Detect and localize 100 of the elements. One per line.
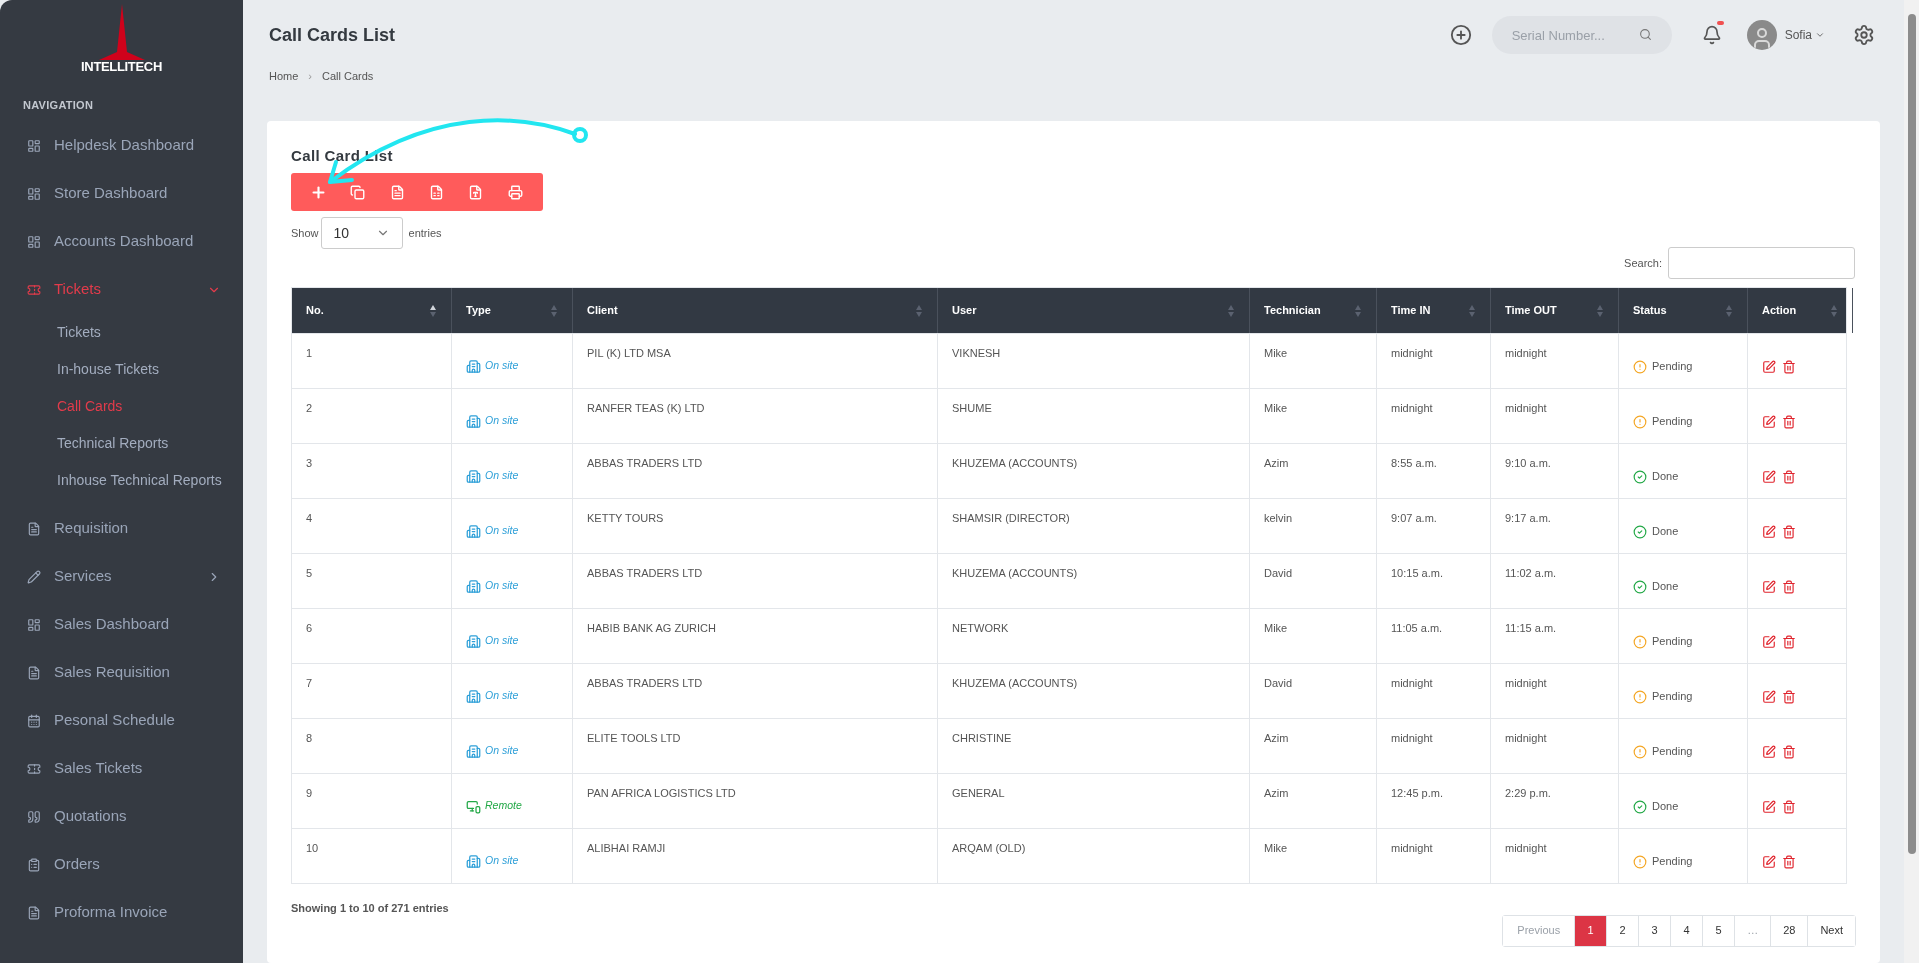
- column-header[interactable]: Action: [1748, 288, 1853, 333]
- settings-icon[interactable]: [1853, 24, 1875, 46]
- type-label: On site: [485, 853, 519, 869]
- user-avatar[interactable]: [1746, 20, 1777, 50]
- table-cell: 9: [292, 774, 452, 828]
- type-label: On site: [485, 413, 519, 429]
- table-cell: David: [1250, 554, 1377, 608]
- user-name[interactable]: Sofia: [1784, 26, 1812, 44]
- table-cell: VIKNESH: [938, 334, 1250, 388]
- delete-icon[interactable]: [1782, 470, 1796, 484]
- nav-item[interactable]: Sales Requisition: [0, 648, 243, 697]
- nav-item[interactable]: Services: [0, 552, 243, 601]
- column-header[interactable]: Time IN: [1377, 288, 1491, 333]
- column-header[interactable]: Time OUT: [1491, 288, 1619, 333]
- pdf-file-icon: [468, 184, 484, 200]
- edit-icon[interactable]: [1762, 690, 1776, 704]
- status-label: Pending: [1652, 743, 1693, 759]
- nav-item[interactable]: Quotations: [0, 792, 243, 841]
- edit-icon[interactable]: [1762, 635, 1776, 649]
- edit-icon[interactable]: [1762, 415, 1776, 429]
- table-cell: ABBAS TRADERS LTD: [573, 664, 938, 718]
- delete-icon[interactable]: [1782, 800, 1796, 814]
- scrollbar[interactable]: [1904, 0, 1919, 963]
- edit-icon[interactable]: [1762, 580, 1776, 594]
- nav-item[interactable]: Sales Tickets: [0, 744, 243, 793]
- table-cell: Azim: [1250, 444, 1377, 498]
- delete-icon[interactable]: [1782, 580, 1796, 594]
- table-cell: 8:55 a.m.: [1377, 444, 1491, 498]
- page-size-select[interactable]: 10: [320, 217, 403, 249]
- table-cell: midnight: [1377, 664, 1491, 718]
- delete-icon[interactable]: [1782, 360, 1796, 374]
- edit-icon[interactable]: [1762, 525, 1776, 539]
- nav-subitem[interactable]: Inhouse Technical Reports: [0, 461, 243, 499]
- search-icon: [1638, 28, 1652, 41]
- edit-icon[interactable]: [1762, 855, 1776, 869]
- delete-icon[interactable]: [1782, 690, 1796, 704]
- table-cell: SHUME: [938, 389, 1250, 443]
- nav-item[interactable]: Helpdesk Dashboard: [0, 121, 243, 170]
- search-label: Search:: [1624, 255, 1662, 271]
- type-label: On site: [485, 523, 519, 539]
- table-cell: 5: [292, 554, 452, 608]
- serial-search-field[interactable]: Serial Number...: [1491, 16, 1672, 54]
- nav-subitem[interactable]: In-house Tickets: [0, 350, 243, 388]
- brand-logo-text: INTELLITECH: [81, 60, 162, 73]
- dashboard-icon: [27, 138, 41, 153]
- column-header[interactable]: Type: [452, 288, 573, 333]
- pagination-button[interactable]: Next: [1807, 915, 1855, 946]
- delete-icon[interactable]: [1782, 855, 1796, 869]
- edit-icon[interactable]: [1762, 745, 1776, 759]
- dashboard-icon: [27, 234, 41, 249]
- nav-item[interactable]: Tickets: [0, 265, 243, 314]
- pagination-button[interactable]: 1: [1574, 915, 1607, 946]
- table-cell: KHUZEMA (ACCOUNTS): [938, 664, 1250, 718]
- edit-icon[interactable]: [1762, 470, 1776, 484]
- table-cell: midnight: [1491, 389, 1619, 443]
- copy-icon: [350, 184, 366, 200]
- nav-item[interactable]: Orders: [0, 840, 243, 889]
- delete-icon[interactable]: [1782, 415, 1796, 429]
- document-icon: [27, 905, 41, 920]
- column-header[interactable]: User: [938, 288, 1250, 333]
- status-label: Pending: [1652, 633, 1693, 649]
- table-search-field[interactable]: [1668, 247, 1855, 279]
- calendar-icon: [27, 713, 41, 728]
- nav-item[interactable]: Sales Dashboard: [0, 600, 243, 649]
- status-label: Done: [1652, 798, 1679, 814]
- nav-item[interactable]: Pesonal Schedule: [0, 696, 243, 745]
- nav-subitem[interactable]: Tickets: [0, 313, 243, 351]
- breadcrumb-link[interactable]: Home: [269, 68, 299, 85]
- table-cell: 10:15 a.m.: [1377, 554, 1491, 608]
- table-cell: PIL (K) LTD MSA: [573, 334, 938, 388]
- table-cell: ABBAS TRADERS LTD: [573, 554, 938, 608]
- add-circle-icon[interactable]: [1449, 24, 1472, 46]
- table-cell: ABBAS TRADERS LTD: [573, 444, 938, 498]
- delete-icon[interactable]: [1782, 525, 1796, 539]
- delete-icon[interactable]: [1782, 745, 1796, 759]
- nav-item[interactable]: Accounts Dashboard: [0, 217, 243, 266]
- column-header[interactable]: Status: [1619, 288, 1748, 333]
- page-title: Call Cards List: [269, 23, 397, 47]
- table-cell: GENERAL: [938, 774, 1250, 828]
- table-cell: midnight: [1377, 389, 1491, 443]
- nav-subitem[interactable]: Call Cards: [0, 387, 243, 425]
- nav-item[interactable]: Proforma Invoice: [0, 888, 243, 937]
- column-header[interactable]: Technician: [1250, 288, 1377, 333]
- table-cell: Mike: [1250, 334, 1377, 388]
- type-label: On site: [485, 358, 519, 374]
- table-cell: 11:02 a.m.: [1491, 554, 1619, 608]
- nav-item[interactable]: Requisition: [0, 504, 243, 553]
- status-label: Pending: [1652, 413, 1693, 429]
- table-cell: midnight: [1491, 719, 1619, 773]
- delete-icon[interactable]: [1782, 635, 1796, 649]
- table-cell: 1: [292, 334, 452, 388]
- nav-subitem[interactable]: Technical Reports: [0, 424, 243, 462]
- edit-icon[interactable]: [1762, 800, 1776, 814]
- type-label: Remote: [485, 798, 522, 814]
- column-header[interactable]: No.: [292, 288, 452, 333]
- edit-icon[interactable]: [1762, 360, 1776, 374]
- nav-item[interactable]: Store Dashboard: [0, 169, 243, 218]
- column-header[interactable]: Client: [573, 288, 938, 333]
- notification-bell-icon[interactable]: [1701, 25, 1722, 45]
- table-cell: 11:15 a.m.: [1491, 609, 1619, 663]
